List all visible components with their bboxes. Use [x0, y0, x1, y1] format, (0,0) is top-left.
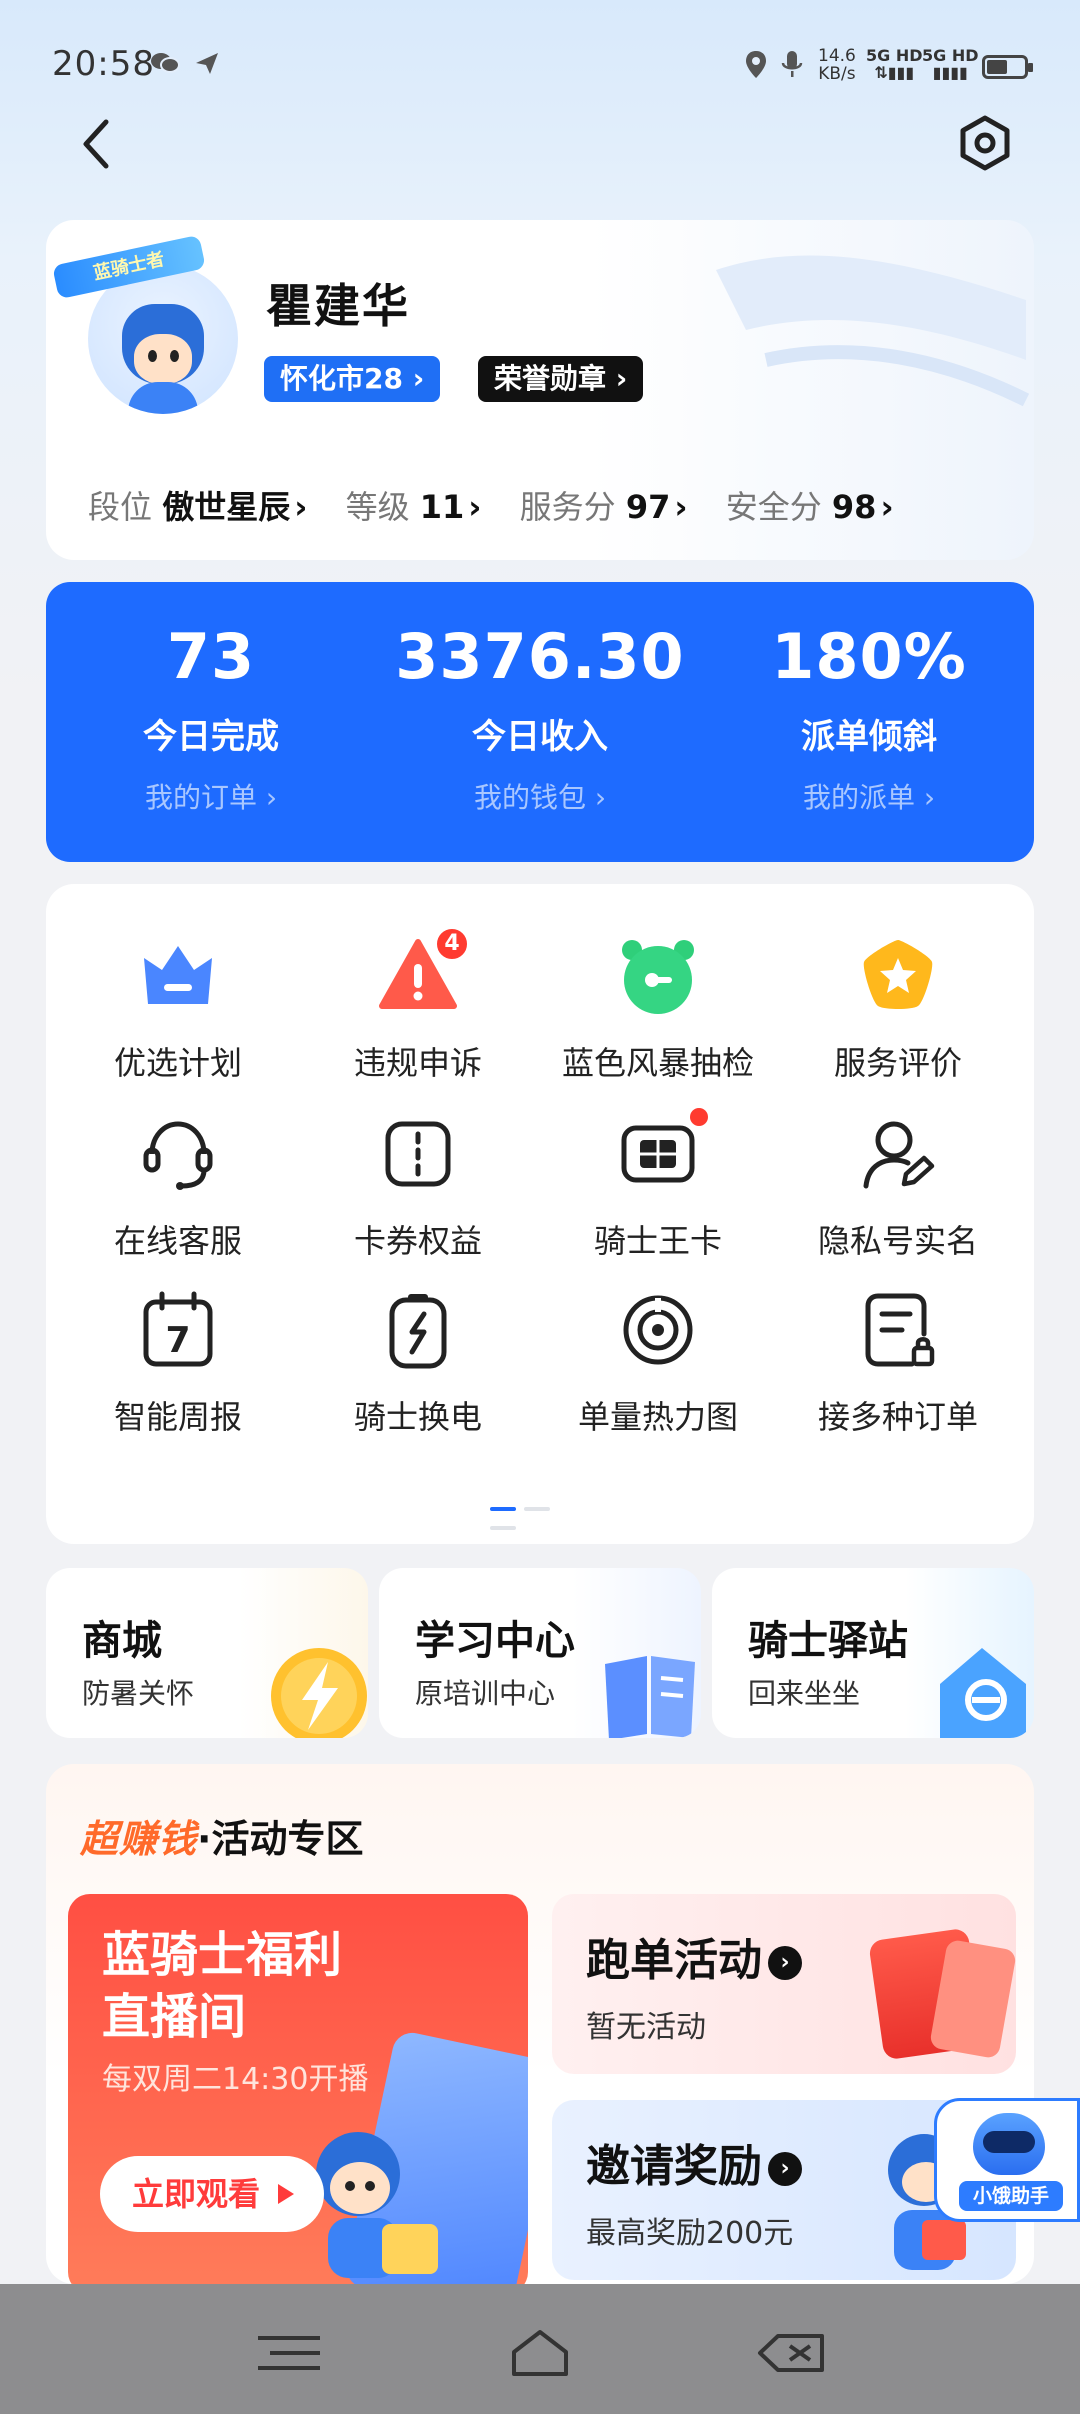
back-icon	[758, 2334, 824, 2372]
income-value: 3376.30	[395, 620, 685, 693]
stat-rank[interactable]: 段位 傲世星辰 ›	[88, 482, 307, 528]
activity-header: 超赚钱·活动专区	[80, 1817, 364, 1861]
quick-card-learning[interactable]: 学习中心 原培训中心	[379, 1568, 701, 1738]
send-icon	[194, 50, 220, 83]
crown-icon	[138, 936, 218, 1016]
document-icon	[858, 1290, 938, 1370]
book-icon	[605, 1656, 695, 1738]
page-indicator	[490, 1496, 590, 1530]
page-dot	[490, 1526, 516, 1530]
star-icon	[858, 936, 938, 1016]
play-icon	[278, 2184, 294, 2204]
city-badge[interactable]: 怀化市28 ›	[264, 356, 441, 402]
signal-sim2: 5G HD ▮▮▮▮	[922, 46, 979, 82]
profile-card[interactable]: 蓝骑士者 瞿建华 怀化市28 › 荣誉勋章 › 段位 傲世星辰 › 等级 11 › …	[46, 220, 1034, 560]
stat-level[interactable]: 等级 11 ›	[346, 482, 482, 528]
watch-now-button[interactable]: 立即观看	[100, 2156, 324, 2232]
warning-icon: 4	[378, 926, 470, 1016]
profile-stats: 段位 傲世星辰 › 等级 11 › 服务分 97 › 安全分 98 ›	[88, 482, 922, 528]
settings-button[interactable]	[954, 112, 1016, 174]
my-wallet-link[interactable]: 我的钱包 ›	[375, 776, 705, 816]
notification-badge: 4	[434, 926, 470, 962]
status-time: 20:58	[52, 44, 155, 84]
signal-sim1: 5G HD ⇅▮▮▮	[866, 46, 923, 82]
grid-item-battery-swap[interactable]: 骑士换电	[298, 1290, 538, 1438]
back-button[interactable]	[74, 114, 118, 174]
run-activity-card[interactable]: 跑单活动 › 暂无活动	[552, 1894, 1016, 2074]
grid-item-online-support[interactable]: 在线客服	[58, 1114, 298, 1262]
my-dispatch-link[interactable]: 我的派单 ›	[704, 776, 1034, 816]
user-name: 瞿建华	[266, 279, 410, 333]
today-summary: 73 今日完成 我的订单 › 3376.30 今日收入 我的钱包 › 180% …	[46, 582, 1034, 862]
network-speed: 14.6 KB/s	[818, 46, 856, 84]
income-label: 今日收入	[472, 717, 608, 757]
grid-item-coupons[interactable]: 卡券权益	[298, 1114, 538, 1262]
chevron-left-icon	[83, 119, 109, 169]
activity-zone: 超赚钱·活动专区 蓝骑士福利 直播间 每双周二14:30开播 立即观看 跑单活动 ›…	[46, 1764, 1034, 2284]
page-dot	[524, 1507, 550, 1511]
orders-count: 73	[166, 620, 256, 693]
grid-item-weekly-report[interactable]: 7 智能周报	[58, 1290, 298, 1438]
my-orders-link[interactable]: 我的订单 ›	[46, 776, 376, 816]
back-nav-button[interactable]	[752, 2328, 832, 2378]
alarm-clock-icon	[618, 936, 698, 1016]
quick-card-mall[interactable]: 商城 防暑关怀	[46, 1568, 368, 1738]
orders-label: 今日完成	[143, 717, 279, 757]
live-stream-card[interactable]: 蓝骑士福利 直播间 每双周二14:30开播 立即观看	[68, 1894, 528, 2284]
battery-icon	[982, 55, 1033, 79]
calendar-icon: 7	[138, 1290, 218, 1370]
quick-card-station[interactable]: 骑士驿站 回来坐坐	[712, 1568, 1034, 1738]
system-nav-bar	[0, 2284, 1080, 2414]
grid-item-heatmap[interactable]: 单量热力图	[538, 1290, 778, 1438]
assistant-float-button[interactable]: 小饿助手	[934, 2098, 1080, 2222]
function-grid: 优选计划 4 违规申诉 蓝色风暴抽检 服务评价 在线客服 卡券权益 骑士王卡 隐…	[46, 884, 1034, 1544]
stat-service-score[interactable]: 服务分 97 ›	[520, 482, 688, 528]
home-icon	[512, 2330, 568, 2376]
summary-dispatch[interactable]: 180% 派单倾斜 我的派单 ›	[704, 620, 1034, 816]
svg-text:7: 7	[165, 1320, 190, 1361]
arrow-circle-icon: ›	[768, 1946, 802, 1980]
lightning-coin-icon	[271, 1648, 367, 1738]
location-icon	[744, 50, 768, 87]
home-button[interactable]	[500, 2328, 580, 2378]
grid-item-privacy-number[interactable]: 隐私号实名	[778, 1114, 1018, 1262]
target-icon	[618, 1290, 698, 1370]
red-dot-indicator	[690, 1108, 708, 1126]
arrow-circle-icon: ›	[768, 2152, 802, 2186]
user-edit-icon	[858, 1114, 938, 1194]
grid-item-appeal[interactable]: 4 违规申诉	[298, 926, 538, 1084]
grid-item-king-card[interactable]: 骑士王卡	[538, 1108, 778, 1262]
page-dot-active	[490, 1507, 516, 1511]
stat-safety-score[interactable]: 安全分 98 ›	[726, 482, 894, 528]
grid-item-preferred-plan[interactable]: 优选计划	[58, 936, 298, 1084]
dispatch-value: 180%	[771, 620, 967, 693]
grid-item-multi-orders[interactable]: 接多种订单	[778, 1290, 1018, 1438]
honor-badge[interactable]: 荣誉勋章 ›	[478, 356, 644, 402]
microphone-icon	[780, 50, 804, 87]
hexagon-settings-icon	[960, 115, 1010, 171]
grid-item-blue-storm[interactable]: 蓝色风暴抽检	[538, 936, 778, 1084]
sim-card-icon	[618, 1108, 708, 1194]
wechat-icon	[150, 50, 180, 83]
headset-icon	[138, 1114, 218, 1194]
grid-item-service-review[interactable]: 服务评价	[778, 936, 1018, 1084]
summary-orders[interactable]: 73 今日完成 我的订单 ›	[46, 620, 376, 816]
battery-swap-icon	[378, 1290, 458, 1370]
status-bar: 20:58 14.6 KB/s 5G HD ⇅▮▮▮ 5G HD ▮▮▮▮	[0, 0, 1080, 130]
house-icon	[940, 1648, 1026, 1738]
menu-icon	[258, 2336, 320, 2370]
summary-income[interactable]: 3376.30 今日收入 我的钱包 ›	[375, 620, 705, 816]
dispatch-label: 派单倾斜	[801, 717, 937, 757]
ticket-icon	[378, 1114, 458, 1194]
decorative-wave	[716, 255, 1030, 407]
recent-apps-button[interactable]	[250, 2328, 330, 2378]
